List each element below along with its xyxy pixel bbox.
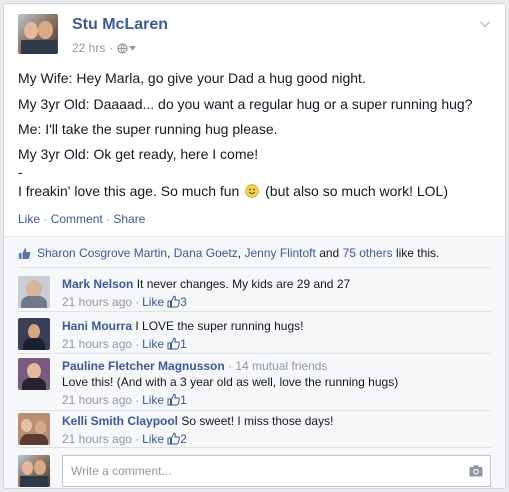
comment-author[interactable]: Pauline Fletcher Magnusson: [62, 359, 225, 373]
story-actions: Like · Comment · Share: [18, 212, 145, 226]
like-link[interactable]: Like: [18, 212, 40, 226]
action-sep: ·: [40, 212, 51, 226]
divider: [18, 410, 491, 411]
like-count: 1: [180, 393, 187, 407]
author-avatar[interactable]: [18, 14, 58, 54]
comment-like-link[interactable]: Like: [142, 336, 164, 352]
viewer-avatar: [18, 455, 50, 487]
divider: [18, 447, 491, 448]
comment-like-link[interactable]: Like: [142, 431, 164, 447]
meta-separator: ·: [109, 41, 114, 55]
comment-link[interactable]: Comment: [51, 212, 103, 226]
comment-time[interactable]: 21 hours ago: [62, 294, 132, 310]
commenter-avatar[interactable]: [18, 413, 50, 445]
comment-meta: 21 hours ago · Like 2: [62, 431, 333, 447]
divider: [18, 353, 491, 354]
thumbs-up-icon: [19, 247, 31, 259]
comment-like-count[interactable]: 2: [167, 431, 187, 447]
comma: ,: [167, 246, 171, 260]
smiley-icon: [245, 183, 259, 198]
author-name[interactable]: Stu McLaren: [72, 16, 168, 34]
thumbs-up-icon: [167, 295, 180, 308]
divider: [18, 311, 491, 312]
like-count: 3: [180, 295, 187, 309]
story-line: My 3yr Old: Ok get ready, here I come!: [18, 145, 259, 162]
comment-input[interactable]: [62, 455, 491, 487]
comment-body: Hani Mourra I LOVE the super running hug…: [62, 318, 303, 352]
story-meta: 22 hrs ·: [72, 41, 137, 55]
comment-like-link[interactable]: Like: [142, 294, 164, 310]
comment-text: Love this! (And with a 3 year old as wel…: [62, 375, 399, 389]
comment-time[interactable]: 21 hours ago: [62, 392, 132, 408]
liker-link[interactable]: Sharon Cosgrove Martin: [37, 246, 167, 260]
camera-icon[interactable]: [469, 464, 483, 478]
comment-author[interactable]: Hani Mourra: [62, 319, 132, 333]
comment-composer: [18, 455, 491, 487]
story-line-part: I freakin' love this age. So much fun: [18, 182, 240, 199]
divider: [18, 267, 491, 268]
comment-time[interactable]: 21 hours ago: [62, 336, 132, 352]
chevron-down-icon[interactable]: [479, 18, 491, 30]
story-line: -: [18, 163, 23, 180]
story-line: My Wife: Hey Marla, go give your Dad a h…: [18, 70, 366, 86]
story-line-last: I freakin' love this age. So much fun (b…: [18, 181, 498, 203]
comment-text: It never changes. My kids are 29 and 27: [136, 277, 351, 291]
like-count: 1: [180, 337, 187, 351]
comment-body: Kelli Smith Claypool So sweet! I miss th…: [62, 413, 333, 447]
thumbs-up-icon: [167, 337, 180, 350]
comment-meta: 21 hours ago · Like 3: [62, 294, 350, 310]
comment-author[interactable]: Kelli Smith Claypool: [62, 414, 178, 428]
comment-text: I LOVE the super running hugs!: [135, 319, 304, 333]
comma: ,: [237, 246, 242, 260]
share-link[interactable]: Share: [113, 212, 145, 226]
comment-meta: 21 hours ago · Like 1: [62, 392, 398, 408]
comment-body: Pauline Fletcher Magnusson · 14 mutual f…: [62, 358, 398, 408]
globe-icon[interactable]: [117, 42, 137, 54]
like-count: 2: [180, 432, 187, 446]
comment-like-count[interactable]: 3: [167, 294, 187, 310]
comment-like-count[interactable]: 1: [167, 392, 187, 408]
comment-body: Mark Nelson It never changes. My kids ar…: [62, 276, 350, 310]
thumbs-up-icon: [167, 393, 180, 406]
others-link[interactable]: 75 others: [343, 246, 393, 260]
comment-time[interactable]: 21 hours ago: [62, 431, 132, 447]
commenter-avatar[interactable]: [18, 318, 50, 350]
story-line: My 3yr Old: Daaaad... do you want a regu…: [18, 95, 473, 112]
likes-sentence: Sharon Cosgrove Martin, Dana Goetz, Jenn…: [18, 246, 439, 260]
commenter-avatar[interactable]: [18, 276, 50, 308]
meta-sep: ·: [135, 393, 140, 407]
comment-text: So sweet! I miss those days!: [181, 414, 334, 428]
meta-sep: ·: [135, 432, 140, 446]
thumbs-up-icon: [167, 432, 180, 445]
likes-suffix: like this.: [395, 246, 440, 260]
action-sep: ·: [102, 212, 114, 226]
comment-like-count[interactable]: 1: [167, 336, 187, 352]
feed-story-card: Stu McLaren 22 hrs · My Wife: Hey Marla,…: [3, 3, 506, 489]
commenter-avatar[interactable]: [18, 358, 50, 390]
likes-text: Sharon Cosgrove Martin, Dana Goetz, Jenn…: [37, 246, 439, 260]
liker-link[interactable]: Dana Goetz: [174, 246, 238, 260]
story-line-part: (but also so much work! LOL): [265, 182, 448, 199]
mutual-friends[interactable]: · 14 mutual friends: [228, 359, 327, 373]
liker-link[interactable]: Jenny Flintoft: [244, 246, 315, 260]
meta-sep: ·: [135, 337, 140, 351]
comment-meta: 21 hours ago · Like 1: [62, 336, 303, 352]
comment-author[interactable]: Mark Nelson: [62, 277, 133, 291]
comment-like-link[interactable]: Like: [142, 392, 164, 408]
story-line: Me: I'll take the super running hug plea…: [18, 121, 278, 137]
story-text: My Wife: Hey Marla, go give your Dad a h…: [18, 68, 498, 206]
meta-sep: ·: [135, 295, 140, 309]
timestamp[interactable]: 22 hrs: [72, 41, 105, 55]
and-text: and: [319, 246, 340, 260]
feedback-section: Sharon Cosgrove Martin, Dana Goetz, Jenn…: [4, 236, 505, 488]
